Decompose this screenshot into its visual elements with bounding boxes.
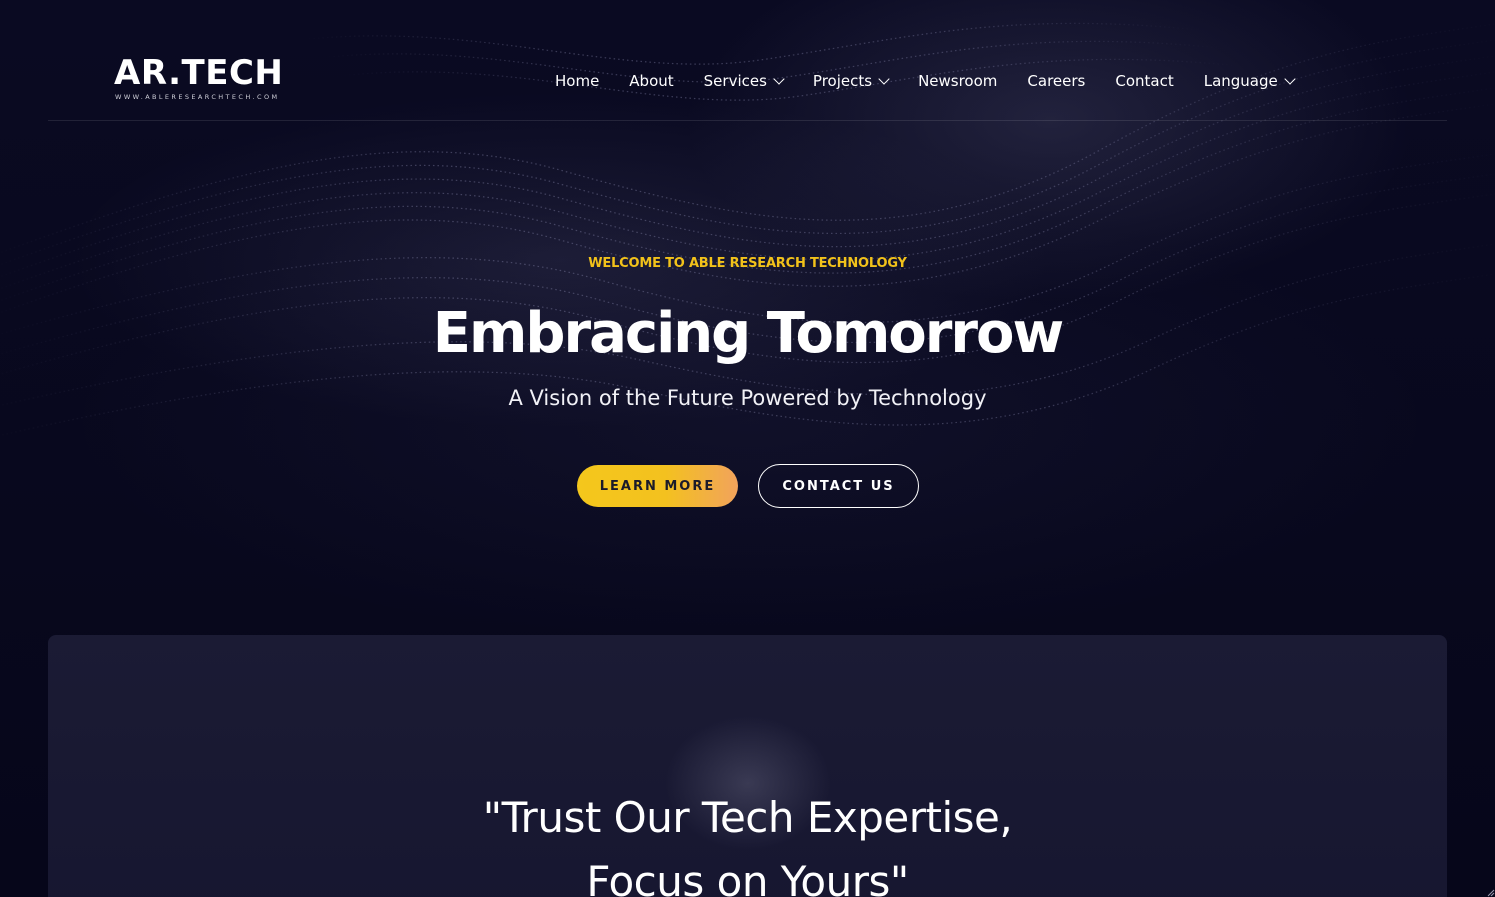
learn-more-button[interactable]: LEARN MORE — [577, 465, 738, 507]
nav-item-language[interactable]: Language — [1203, 72, 1296, 90]
chevron-down-icon — [878, 72, 890, 85]
nav-item-home[interactable]: Home — [555, 72, 599, 90]
nav-item-label: Newsroom — [918, 72, 998, 90]
chevron-down-icon — [1284, 72, 1296, 85]
contact-us-button[interactable]: CONTACT US — [758, 464, 919, 508]
nav-item-label: Language — [1203, 72, 1278, 90]
nav-item-label: Services — [703, 72, 767, 90]
nav-item-label: About — [629, 72, 674, 90]
page: AR.TECH WWW.ABLERESEARCHTECH.COM Home Ab… — [0, 0, 1495, 897]
nav-item-newsroom[interactable]: Newsroom — [918, 72, 997, 90]
nav-item-label: Contact — [1115, 72, 1174, 90]
logo-wordmark: AR.TECH — [114, 53, 284, 93]
quote-line-1: "Trust Our Tech Expertise, — [482, 793, 1013, 842]
site-logo[interactable]: AR.TECH WWW.ABLERESEARCHTECH.COM — [114, 54, 284, 104]
hero-subtitle: A Vision of the Future Powered by Techno… — [508, 386, 987, 410]
main-nav: Home About Services Projects Newsroom Ca… — [555, 70, 1296, 92]
nav-item-contact[interactable]: Contact — [1115, 72, 1173, 90]
resize-grip-icon[interactable] — [1485, 887, 1495, 897]
nav-item-label: Projects — [812, 72, 873, 90]
nav-item-about[interactable]: About — [629, 72, 673, 90]
nav-item-careers[interactable]: Careers — [1027, 72, 1085, 90]
nav-item-label: Home — [555, 72, 600, 90]
site-header: AR.TECH WWW.ABLERESEARCHTECH.COM Home Ab… — [48, 0, 1447, 121]
quote-line-2: Focus on Yours" — [586, 857, 909, 897]
logo-url: WWW.ABLERESEARCHTECH.COM — [115, 93, 280, 101]
hero-title: Embracing Tomorrow — [432, 301, 1064, 366]
chevron-down-icon — [773, 72, 785, 85]
nav-item-projects[interactable]: Projects — [812, 72, 890, 90]
nav-item-label: Careers — [1027, 72, 1086, 90]
nav-item-services[interactable]: Services — [703, 72, 785, 90]
quote-text: "Trust Our Tech Expertise, Focus on Your… — [0, 786, 1495, 897]
hero-eyebrow: WELCOME TO ABLE RESEARCH TECHNOLOGY — [588, 256, 907, 271]
